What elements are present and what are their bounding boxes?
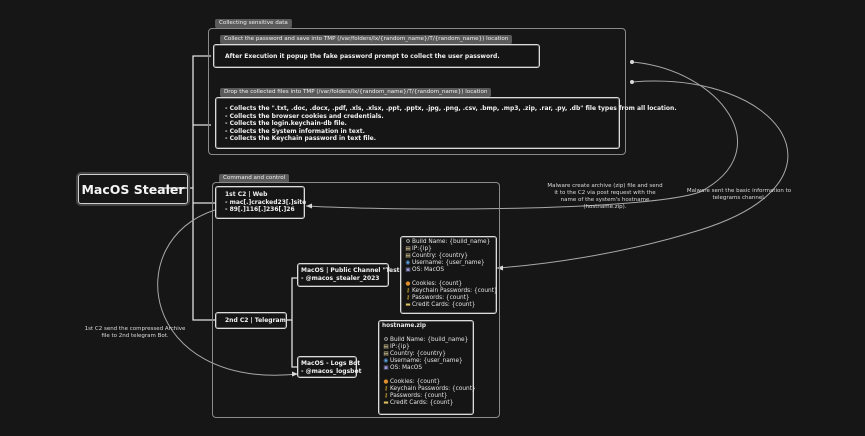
public-channel-text: MacOS | Public Channel "Test" - @macos_s…: [301, 267, 403, 282]
zip-info-list: ⚙ Build Name: {build_name} ▤IP:{ip} ▤Countr…: [382, 337, 476, 407]
info-line: ◉ Username: {user_name}: [404, 260, 498, 267]
globe-icon: ◉: [383, 358, 389, 364]
c2-web-line: - mac[.]cracked23[.]site: [225, 198, 307, 206]
info-line-text: IP:{ip}: [390, 344, 410, 350]
collecting-label: Collecting sensitive data: [215, 19, 292, 28]
info-line: ● Cookies: {count}: [404, 281, 498, 288]
card-icon: ▬: [405, 302, 411, 308]
files-item: - Collects the browser cookies and crede…: [225, 112, 384, 120]
c2-web-line: 1st C2 | Web: [225, 191, 268, 198]
public-channel-line: - @macos_stealer_2023: [301, 274, 380, 282]
card-icon: ▬: [383, 400, 389, 406]
info-line-text: OS: MacOS: [412, 267, 445, 273]
info-line: ◉ Username: {user_name}: [382, 358, 476, 365]
curve-start-dot: [630, 80, 634, 84]
info-line-text: Cookies: {count}: [412, 281, 463, 287]
c2-web-line: - 89[.]116[.]236[.]26: [225, 206, 295, 214]
info-line-text: Passwords: {count}: [390, 393, 448, 399]
cookie-icon: ●: [405, 281, 411, 287]
archive-note: Malware create archive (zip) file and se…: [547, 183, 663, 210]
files-item: - Collects the login.keychain-db file.: [225, 120, 347, 128]
public-channel-line: MacOS | Public Channel "Test": [301, 267, 403, 274]
c2-web-box: 1st C2 | Web - mac[.]cracked23[.]site - …: [215, 186, 306, 219]
public-channel-box: MacOS | Public Channel "Test" - @macos_s…: [297, 263, 403, 287]
info-line: ⚷ Passwords: {count}: [382, 393, 476, 400]
basic-info-box: ⚙ Build Name: {build_name} ▤IP:{ip} ▤Countr…: [400, 236, 498, 314]
connector-title-collect: [162, 55, 211, 189]
password-text: After Execution it popup the fake passwo…: [225, 53, 500, 60]
info-line-text: Credit Cards: {count}: [390, 400, 454, 406]
info-line: [404, 274, 498, 281]
diagram-title: MacOS Stealer: [81, 182, 185, 197]
logs-bot-text: MacOS - Logs Bot - @macos_logsbot: [301, 360, 361, 375]
files-box: - Collects the ".txt, .doc, .docx, .pdf,…: [215, 97, 677, 149]
info-line-text: Cookies: {count}: [390, 379, 441, 385]
files-item: - Collects the Keychain password in text…: [225, 135, 377, 143]
info-line-text: Country: {country}: [390, 351, 446, 357]
info-line-text: IP:{ip}: [412, 246, 432, 252]
password-section-label: Collect the password and save into TMP (…: [220, 35, 513, 44]
info-line-text: Username: {user_name}: [390, 358, 463, 364]
info-line-text: Build Name: {build_name}: [412, 239, 491, 245]
page-icon: ▤: [405, 253, 411, 259]
telegram-note: 1st C2 send the compressed Archive file …: [84, 326, 186, 339]
info-line-text: Credit Cards: {count}: [412, 302, 476, 308]
basic-info-note: Malware sent the basic information to te…: [686, 188, 792, 201]
info-line: ▬Credit Cards: {count}: [404, 302, 498, 309]
computer-icon: ▣: [383, 365, 389, 371]
info-line-text: Keychain Passwords: {count}: [412, 288, 498, 294]
basic-info-list: ⚙ Build Name: {build_name} ▤IP:{ip} ▤Countr…: [404, 239, 498, 309]
info-line-text: Username: {user_name}: [412, 260, 485, 266]
globe-icon: ◉: [405, 260, 411, 266]
info-line-text: Passwords: {count}: [412, 295, 470, 301]
info-line-text: Keychain Passwords: {count}: [390, 386, 476, 392]
zip-info-box: hostname.zip ⚙ Build Name: {build_name} ▤I…: [378, 320, 476, 415]
files-section-label: Drop the collected files into TMP (/var/…: [220, 88, 492, 97]
page-icon: ▤: [383, 344, 389, 350]
info-line-text: Build Name: {build_name}: [390, 337, 469, 343]
info-line: ▤IP:{ip}: [382, 344, 476, 351]
info-line: ▬Credit Cards: {count}: [382, 400, 476, 407]
logs-bot-line: MacOS - Logs Bot: [301, 360, 361, 367]
info-line: ⚙ Build Name: {build_name}: [382, 337, 476, 344]
info-line: ⚷ Passwords: {count}: [404, 295, 498, 302]
gear-icon: ⚙: [405, 239, 411, 245]
cookie-icon: ●: [383, 379, 389, 385]
c2-telegram-box: 2nd C2 | Telegram: [215, 312, 287, 329]
title-box: MacOS Stealer: [78, 174, 188, 204]
zip-header: hostname.zip: [382, 323, 427, 329]
files-item: - Collects the System information in tex…: [225, 127, 365, 135]
info-line-text: OS: MacOS: [390, 365, 423, 371]
computer-icon: ▣: [405, 267, 411, 273]
info-line: ⚷ Keychain Passwords: {count}: [382, 386, 476, 393]
page-icon: ▤: [383, 351, 389, 357]
logs-bot-line: - @macos_logsbot: [301, 367, 362, 375]
info-line: ▣OS: MacOS: [404, 267, 498, 274]
gear-icon: ⚙: [383, 337, 389, 343]
info-line: ▤Country: {country}: [404, 253, 498, 260]
info-line: ⚷ Keychain Passwords: {count}: [404, 288, 498, 295]
c2-telegram-text: 2nd C2 | Telegram: [225, 317, 286, 324]
info-line-text: Country: {country}: [412, 253, 468, 259]
info-line: [382, 372, 476, 379]
key-icon: ⚷: [383, 386, 389, 392]
key-icon: ⚷: [405, 288, 411, 294]
key-icon: ⚷: [383, 393, 389, 399]
page-icon: ▤: [405, 246, 411, 252]
info-line: ● Cookies: {count}: [382, 379, 476, 386]
info-line: ⚙ Build Name: {build_name}: [404, 239, 498, 246]
key-icon: ⚷: [405, 295, 411, 301]
info-line: ▤Country: {country}: [382, 351, 476, 358]
files-item: - Collects the ".txt, .doc, .docx, .pdf,…: [225, 105, 677, 112]
info-line: ▤IP:{ip}: [404, 246, 498, 253]
info-line: ▣OS: MacOS: [382, 365, 476, 372]
files-list: - Collects the ".txt, .doc, .docx, .pdf,…: [225, 105, 677, 143]
c2-web-text: 1st C2 | Web - mac[.]cracked23[.]site - …: [225, 191, 306, 214]
curve-start-dot: [630, 60, 634, 64]
logs-bot-box: MacOS - Logs Bot - @macos_logsbot: [297, 356, 361, 378]
password-box: After Execution it popup the fake passwo…: [213, 44, 540, 68]
